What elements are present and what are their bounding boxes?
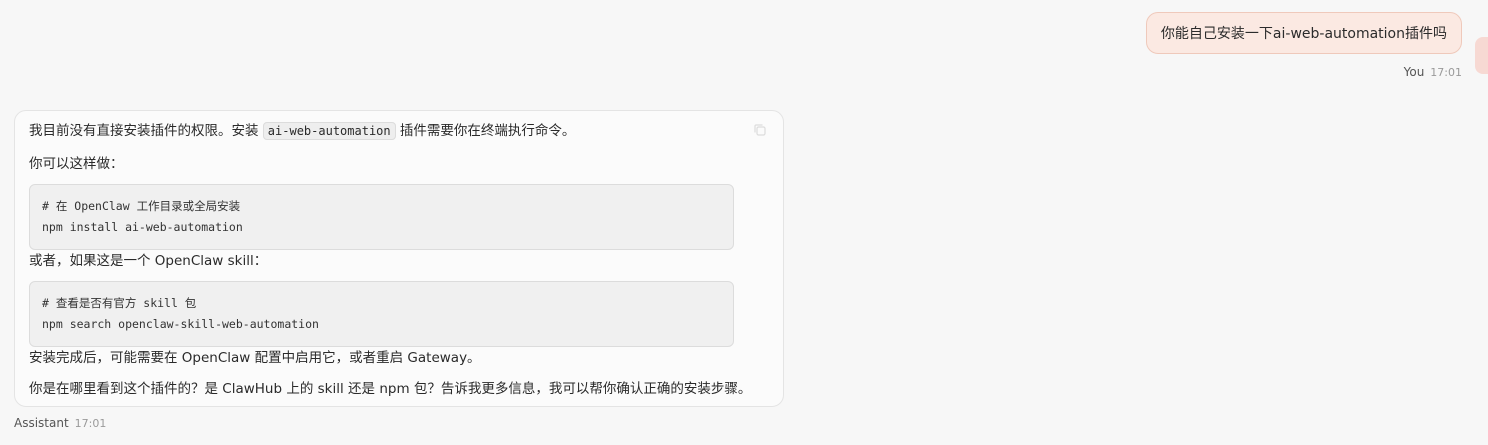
- assistant-sender-label: Assistant: [14, 416, 69, 430]
- assistant-paragraph-4: 安装完成后，可能需要在 OpenClaw 配置中启用它，或者重启 Gateway…: [29, 350, 481, 366]
- user-message-meta: You 17:01: [1404, 65, 1462, 79]
- code-block-install: # 在 OpenClaw 工作目录或全局安装 npm install ai-web…: [29, 184, 734, 250]
- code-line: npm install ai-web-automation: [42, 220, 243, 234]
- user-message-time: 17:01: [1430, 66, 1462, 79]
- inline-code: ai-web-automation: [262, 122, 396, 140]
- code-line: npm search openclaw-skill-web-automation: [42, 317, 319, 331]
- assistant-message-bubble: 我目前没有直接安装插件的权限。安装 ai-web-automation 插件需要…: [14, 110, 784, 407]
- chat-page: 你能自己安装一下ai-web-automation插件吗 You 17:01 我目…: [0, 0, 1488, 445]
- user-message-bubble: 你能自己安装一下ai-web-automation插件吗: [1145, 12, 1462, 54]
- user-message-text: 你能自己安装一下ai-web-automation插件吗: [1160, 26, 1447, 42]
- code-block-search: # 查看是否有官方 skill 包 npm search openclaw-ski…: [29, 281, 734, 347]
- assistant-paragraph-1: 我目前没有直接安装插件的权限。安装 ai-web-automation 插件需要…: [29, 121, 769, 141]
- user-sender-label: You: [1403, 65, 1425, 79]
- assistant-paragraph-2: 你可以这样做：: [29, 156, 124, 172]
- paragraph-text: 插件需要你在终端执行命令。: [395, 123, 576, 139]
- copy-icon[interactable]: [753, 123, 767, 137]
- code-line: # 在 OpenClaw 工作目录或全局安装: [42, 199, 241, 213]
- paragraph-text: 我目前没有直接安装插件的权限。安装: [29, 123, 263, 139]
- assistant-paragraph-3: 或者，如果这是一个 OpenClaw skill：: [29, 253, 268, 269]
- user-avatar: [1475, 37, 1488, 74]
- assistant-paragraph-5: 你是在哪里看到这个插件的？是 ClawHub 上的 skill 还是 npm 包…: [29, 381, 752, 397]
- assistant-message-time: 17:01: [74, 417, 107, 430]
- code-line: # 查看是否有官方 skill 包: [42, 296, 197, 310]
- assistant-message-meta: Assistant 17:01: [14, 416, 106, 430]
